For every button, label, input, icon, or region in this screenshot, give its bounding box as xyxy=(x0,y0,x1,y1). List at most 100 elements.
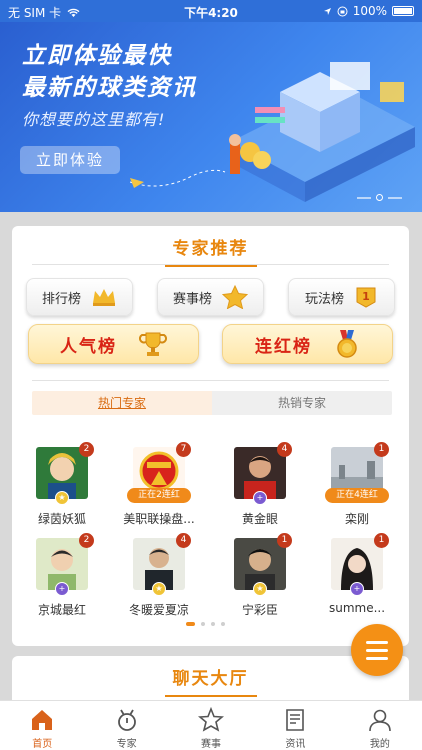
play-ranking-label: 玩法榜 xyxy=(304,291,344,307)
event-ranking-button[interactable]: 赛事榜 xyxy=(157,278,264,316)
status-bar: 无 SIM 卡 下午4:20 100% xyxy=(0,0,422,22)
battery-icon xyxy=(392,6,414,16)
floating-menu-button[interactable] xyxy=(351,624,403,676)
play-ranking-button[interactable]: 玩法榜 1 xyxy=(288,278,395,316)
streak-badge: 正在2连红 xyxy=(127,488,191,503)
level-star-icon: ★ xyxy=(152,582,166,596)
promo-banner[interactable]: 立即体验最快 最新的球类资讯 你想要的这里都有! 立即体验 xyxy=(0,22,422,212)
star-outline-icon xyxy=(198,707,225,732)
expert-name: summe... xyxy=(328,601,386,615)
tab-hot-experts[interactable]: 热门专家 xyxy=(32,391,212,415)
avatar: 2 ★ xyxy=(36,442,94,505)
ranking-label: 排行榜 xyxy=(41,291,81,307)
avatar: 1 ★ xyxy=(234,533,292,596)
banner-cta-button[interactable]: 立即体验 xyxy=(20,146,120,174)
menu-line xyxy=(366,656,388,660)
avatar: 4 + xyxy=(234,442,292,505)
page-dot xyxy=(221,622,225,626)
avatar: 2 + xyxy=(36,533,94,596)
ranking-button[interactable]: 排行榜 xyxy=(26,278,133,316)
avatar: 4 ★ xyxy=(133,533,191,596)
message-count-badge: 1 xyxy=(374,533,389,548)
title-underline xyxy=(164,265,257,267)
avatar: 7 正在2连红 xyxy=(127,442,191,503)
expert-card[interactable]: 1 + summe... xyxy=(315,533,399,615)
level-plus-icon: + xyxy=(350,582,364,596)
section-title-experts: 专家推荐 xyxy=(172,239,249,259)
banner-dot xyxy=(357,196,371,199)
star-icon xyxy=(222,285,248,309)
level-plus-icon: + xyxy=(253,491,267,505)
expert-card[interactable]: 2 ★ 绿茵妖狐 xyxy=(20,442,104,527)
location-icon xyxy=(323,7,331,15)
rotation-lock-icon xyxy=(337,6,348,16)
expert-name: 黄金眼 xyxy=(241,512,278,526)
message-count-badge: 4 xyxy=(176,533,191,548)
tab-label: 我的 xyxy=(369,739,390,750)
popularity-ranking-button[interactable]: 人气榜 xyxy=(28,324,199,364)
tab-label: 赛事 xyxy=(201,739,222,750)
expert-card[interactable]: 7 正在2连红 美职联操盘... xyxy=(117,442,201,527)
winning-streak-ranking-button[interactable]: 连红榜 xyxy=(222,324,393,364)
avatar: 1 + xyxy=(331,533,389,596)
popularity-label: 人气榜 xyxy=(60,336,117,357)
battery-percent: 100% xyxy=(352,4,387,18)
divider xyxy=(32,380,389,381)
tab-experts[interactable]: 专家 xyxy=(84,701,168,750)
event-ranking-label: 赛事榜 xyxy=(172,291,212,307)
expert-name: 栾刚 xyxy=(344,512,369,526)
expert-icon xyxy=(117,709,136,731)
expert-card[interactable]: 4 ★ 冬暖爱夏凉 xyxy=(117,533,201,618)
level-star-icon: ★ xyxy=(253,582,267,596)
menu-line xyxy=(366,640,388,644)
level-star-icon: ★ xyxy=(55,491,69,505)
gold-medal-icon xyxy=(337,330,357,358)
divider xyxy=(32,264,389,265)
avatar: 1 正在4连红 xyxy=(325,442,389,503)
message-count-badge: 2 xyxy=(79,533,94,548)
expert-card[interactable]: 4 + 黄金眼 xyxy=(218,442,302,527)
tab-home[interactable]: 首页 xyxy=(0,701,84,750)
svg-text:1: 1 xyxy=(362,290,370,303)
message-count-badge: 7 xyxy=(176,442,191,457)
tab-events[interactable]: 赛事 xyxy=(169,701,253,750)
page-dot xyxy=(201,622,205,626)
menu-line xyxy=(366,648,388,652)
tab-news[interactable]: 资讯 xyxy=(253,701,337,750)
expert-pagination xyxy=(186,622,225,626)
tab-label: 首页 xyxy=(32,739,53,750)
news-icon xyxy=(286,709,305,731)
system-icons: 100% xyxy=(323,4,414,18)
banner-dot xyxy=(388,196,402,199)
section-title-chat: 聊天大厅 xyxy=(172,669,249,689)
message-count-badge: 1 xyxy=(277,533,292,548)
expert-card[interactable]: 1 ★ 宁彩臣 xyxy=(218,533,302,618)
message-count-badge: 4 xyxy=(277,442,292,457)
expert-name: 美职联操盘... xyxy=(123,512,195,526)
user-icon xyxy=(369,709,391,732)
home-icon xyxy=(32,710,53,730)
title-underline xyxy=(164,695,257,697)
tab-bestselling-experts[interactable]: 热销专家 xyxy=(212,391,392,415)
level-plus-icon: + xyxy=(55,582,69,596)
medal-number-icon: 1 xyxy=(356,287,376,308)
tab-label: 专家 xyxy=(116,739,137,750)
tab-profile[interactable]: 我的 xyxy=(338,701,422,750)
trophy-icon xyxy=(139,332,167,356)
expert-card[interactable]: 1 正在4连红 栾刚 xyxy=(315,442,399,527)
expert-name: 绿茵妖狐 xyxy=(37,512,86,526)
expert-name: 京城最红 xyxy=(37,603,86,617)
expert-recommend-card: 专家推荐 排行榜 赛事榜 玩法榜 1 人气榜 连红榜 热门专家 热销专家 2 ★… xyxy=(12,226,409,646)
bottom-tab-bar: 首页 专家 赛事 资讯 我的 xyxy=(0,700,422,750)
page-dot xyxy=(211,622,215,626)
streak-badge: 正在4连红 xyxy=(325,488,389,503)
crown-icon xyxy=(93,289,115,306)
expert-card[interactable]: 2 + 京城最红 xyxy=(20,533,104,618)
winning-streak-label: 连红榜 xyxy=(255,336,312,357)
expert-tabs: 热门专家 热销专家 xyxy=(32,391,392,415)
message-count-badge: 2 xyxy=(79,442,94,457)
banner-pagination xyxy=(357,194,402,201)
isometric-office-illustration xyxy=(130,62,415,202)
expert-name: 冬暖爱夏凉 xyxy=(128,603,189,617)
expert-name: 宁彩臣 xyxy=(241,603,278,617)
